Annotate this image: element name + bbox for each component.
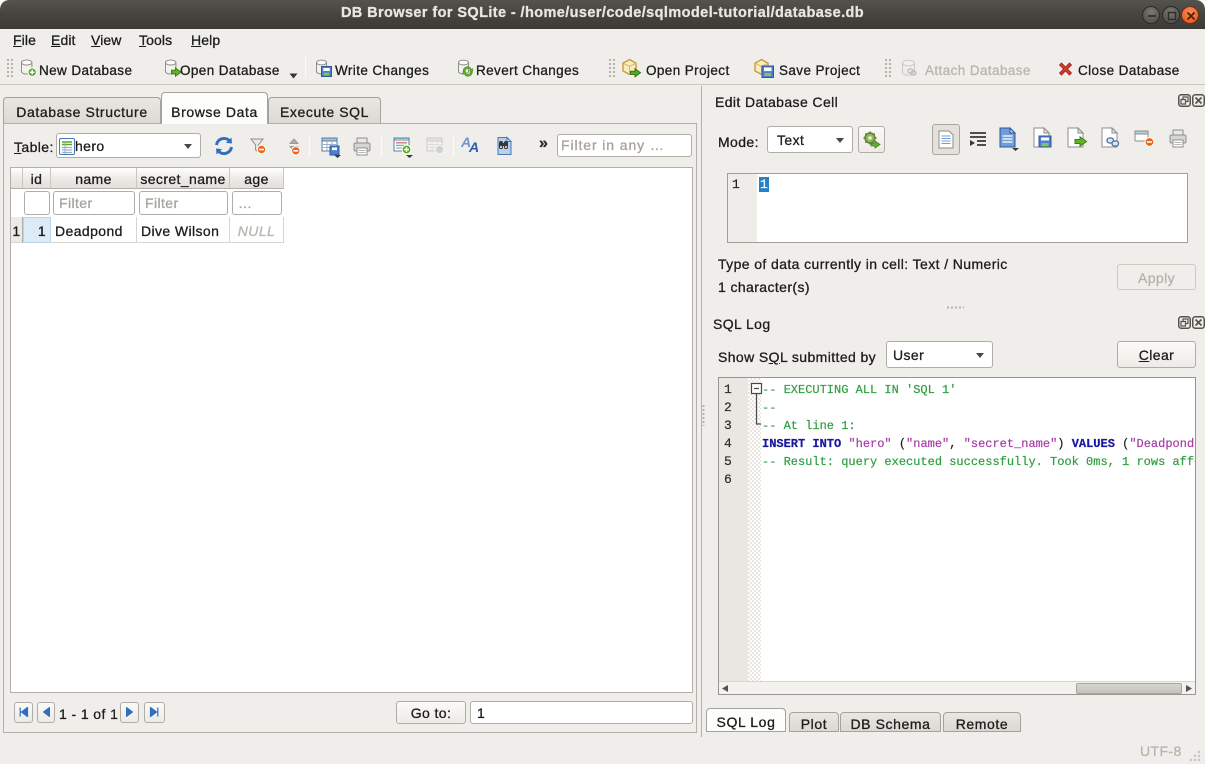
svg-text:A: A xyxy=(468,139,480,155)
